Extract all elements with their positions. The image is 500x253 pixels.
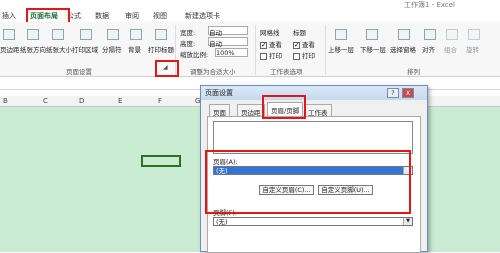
checkbox-icon [293,41,300,49]
headings-label: 标题 [293,29,306,37]
tab-new[interactable]: 新建选项卡 [185,11,220,21]
breaks-button[interactable]: 分隔符 [102,44,122,54]
help-button[interactable]: ? [387,88,399,98]
footer-select[interactable]: (无) ▼ [213,217,413,226]
print-area-button[interactable]: 打印区域 [72,44,98,54]
selection-pane-button[interactable]: 选择窗格 [390,44,416,54]
highlight-header-footer-tab [262,95,306,119]
height-dropdown[interactable]: 自动 [208,37,248,48]
scale-group-label: 调整为合适大小 [190,68,236,76]
ribbon: 页边距 纸张方向 纸张大小 打印区域 分隔符 背景 打印标题 页面设置 宽度: … [0,22,500,77]
gridlines-label: 网格线 [260,29,280,37]
tab-margins[interactable]: 页边距 [237,104,265,117]
column-header[interactable]: C [43,97,48,105]
chevron-down-icon: ▼ [403,218,412,225]
checkbox-icon [260,52,267,60]
print-titles-icon [155,29,167,40]
column-header[interactable]: D [79,97,84,105]
margins-icon [3,29,15,40]
column-header[interactable]: B [3,97,8,105]
sheet-options-group-label: 工作表选项 [270,68,303,76]
dialog-title: 页面设置 [205,89,233,97]
selection-pane-icon [398,29,410,40]
checkbox-icon [293,52,300,60]
tab-page[interactable]: 页面 [209,104,230,117]
tab-sheet[interactable]: 工作表 [304,104,332,117]
tab-insert[interactable]: 插入 [2,11,16,21]
zoom-label: 缩放比例: [180,51,209,59]
divider [255,25,256,75]
group-icon [446,29,458,40]
divider [325,25,326,75]
height-label: 高度: [180,40,196,48]
gridlines-view-checkbox[interactable]: 查看 [260,39,282,49]
column-header[interactable]: F [158,97,162,105]
tab-review[interactable]: 审阅 [125,11,139,21]
width-dropdown[interactable]: 自动 [208,26,248,37]
highlight-header-section [205,150,411,214]
zoom-field[interactable]: 100% [215,48,248,57]
size-icon [52,29,64,40]
rotate-button[interactable]: 旋转 [466,44,479,54]
group-button[interactable]: 组合 [444,44,457,54]
close-button[interactable]: X [402,88,414,98]
margins-button[interactable]: 页边距 [0,44,20,54]
orientation-button[interactable]: 纸张方向 [20,44,46,54]
background-button[interactable]: 背景 [128,44,141,54]
size-button[interactable]: 纸张大小 [46,44,72,54]
gridlines-print-checkbox[interactable]: 打印 [260,50,282,60]
rotate-icon [468,29,480,40]
print-area-icon [80,29,92,40]
orientation-icon [27,29,39,40]
dialog-title-bar: 页面设置 ? X [201,86,427,100]
selected-cell[interactable] [141,155,181,167]
arrange-group-label: 排列 [407,68,420,76]
column-header[interactable]: E [118,97,122,105]
align-icon [424,29,436,40]
bring-forward-button[interactable]: 上移一层 [328,44,354,54]
breaks-icon [107,29,119,40]
tab-data[interactable]: 数据 [95,11,109,21]
dialog-launcher-icon[interactable]: ◢ [163,64,168,71]
checkbox-icon [260,41,267,49]
send-backward-icon [366,29,378,40]
bring-forward-icon [335,29,347,40]
width-label: 宽度: [180,29,196,37]
page-setup-group-label: 页面设置 [66,68,92,76]
send-backward-button[interactable]: 下移一层 [360,44,386,54]
headings-print-checkbox[interactable]: 打印 [293,50,315,60]
align-button[interactable]: 对齐 [422,44,435,54]
ribbon-tabs: 插入 页面布局 公式 数据 审阅 视图 新建选项卡 [0,9,500,22]
background-icon [130,29,142,40]
print-titles-button[interactable]: 打印标题 [148,44,174,54]
headings-view-checkbox[interactable]: 查看 [293,39,315,49]
tab-view[interactable]: 视图 [153,11,167,21]
